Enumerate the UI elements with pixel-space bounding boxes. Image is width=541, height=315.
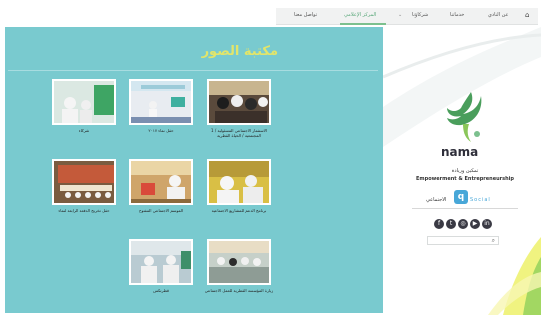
- social-icons: f t ◎ ▶ in: [434, 219, 492, 229]
- search-icon[interactable]: ⌕: [492, 237, 495, 244]
- album-caption: قطرتكس: [153, 288, 169, 293]
- social-logo-icon: q: [454, 190, 468, 204]
- nav-item-media-center[interactable]: المركز الإعلامي: [344, 12, 376, 18]
- nav-item-services[interactable]: خدماتنا: [450, 12, 464, 18]
- album-caption: شركاء: [78, 128, 90, 133]
- nav-item-contact[interactable]: تواصل معنا: [294, 12, 317, 18]
- album-caption: حفل تخريج الدفعة الرابعة لنماء: [58, 208, 110, 213]
- nav-active-indicator: [340, 23, 386, 25]
- album-thumbnail[interactable]: [207, 159, 271, 205]
- social-label-arabic: الاجتماعي: [426, 197, 447, 203]
- brand-tagline-english: Empowerment & Entrepreneurship: [416, 176, 514, 182]
- search-box: ⌕: [427, 236, 499, 245]
- social-label-english: Social: [470, 197, 491, 203]
- search-input[interactable]: [430, 237, 486, 244]
- chevron-down-icon[interactable]: ⌄: [398, 12, 402, 18]
- album-caption: حفل نماء ٢٠١٧: [148, 128, 174, 133]
- album-thumbnail[interactable]: [207, 79, 271, 125]
- top-navigation: ⌂ عن النادي خدماتنا شركاؤنا ⌄ المركز الإ…: [276, 8, 538, 25]
- album-thumbnail[interactable]: [207, 239, 271, 285]
- album-thumbnail[interactable]: [52, 159, 116, 205]
- album-caption: الموسم الاجتماعي المفتوح: [138, 208, 184, 213]
- home-icon[interactable]: ⌂: [525, 11, 529, 19]
- nav-item-partners[interactable]: شركاؤنا: [412, 12, 428, 18]
- brand-name: nama: [441, 145, 479, 159]
- facebook-icon[interactable]: f: [434, 219, 444, 229]
- social-divider: [412, 208, 518, 209]
- album-thumbnail[interactable]: [129, 159, 193, 205]
- album-caption: برنامج الدعم للمشاريع الاجتماعية: [211, 208, 267, 213]
- twitter-icon[interactable]: t: [446, 219, 456, 229]
- album-thumbnail[interactable]: [52, 79, 116, 125]
- album-thumbnail[interactable]: [129, 79, 193, 125]
- linkedin-icon[interactable]: in: [482, 219, 492, 229]
- brand-tagline-arabic: تمكين وريادة: [451, 168, 479, 174]
- youtube-icon[interactable]: ▶: [470, 219, 480, 229]
- album-caption: 1 / الاستثمار الاجتماعي المسئولية المجتم…: [211, 128, 267, 138]
- nav-item-about[interactable]: عن النادي: [488, 12, 508, 18]
- page-title: مكتبة الصور: [201, 44, 278, 59]
- album-thumbnail[interactable]: [129, 239, 193, 285]
- nama-logo-icon: [447, 92, 482, 142]
- title-divider: [8, 70, 378, 71]
- album-caption: زيارة المؤسسة القطرية للعمل الاجتماعي: [204, 288, 274, 293]
- instagram-icon[interactable]: ◎: [458, 219, 468, 229]
